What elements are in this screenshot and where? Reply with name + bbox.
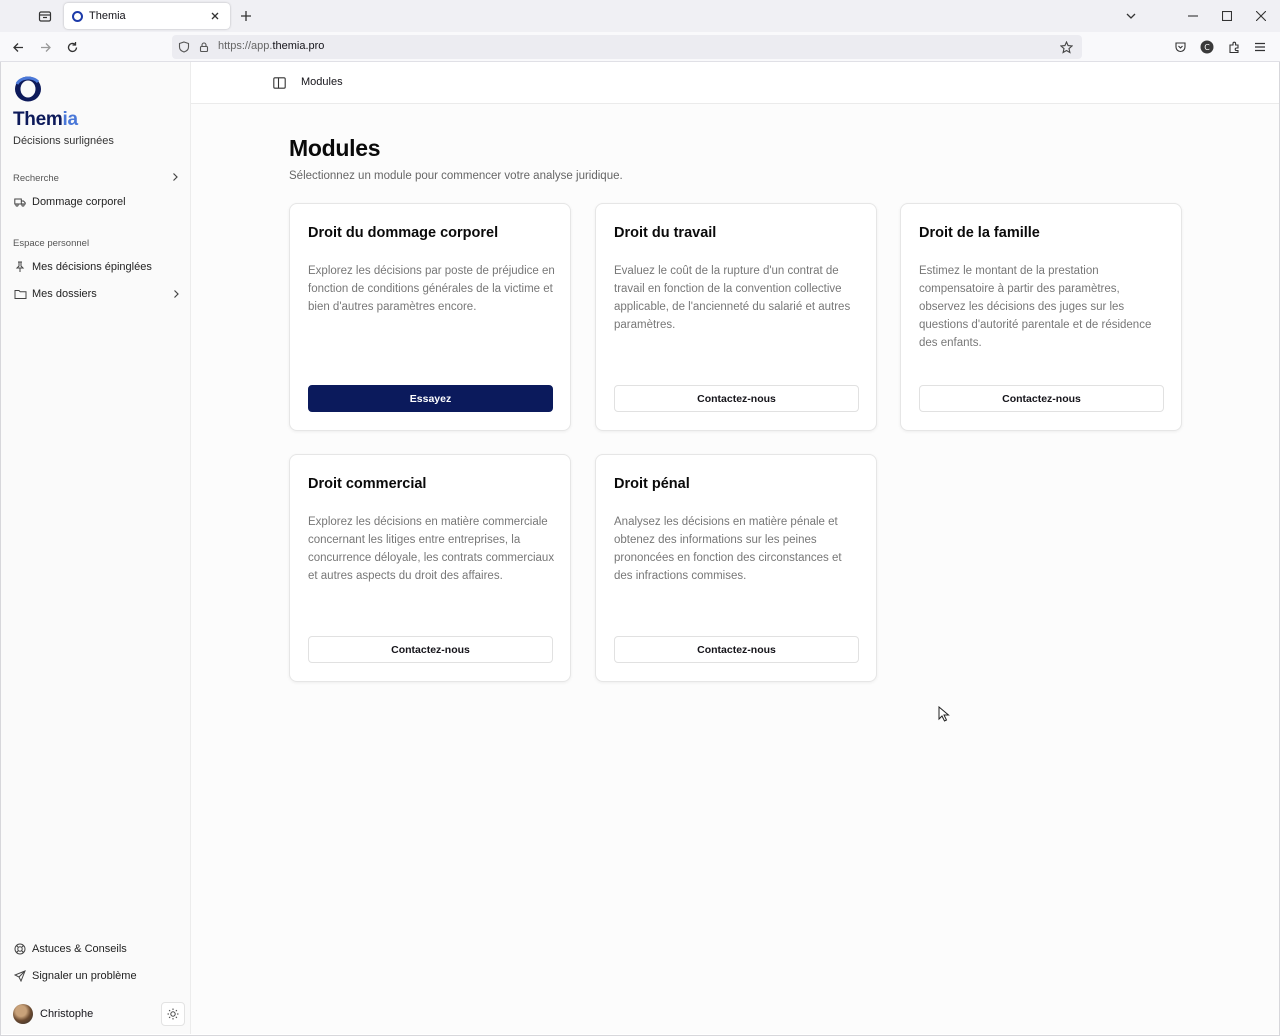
sidebar-item-mes-dossiers[interactable]: Mes dossiers <box>13 284 181 304</box>
app-menu-hamburger-icon[interactable] <box>1251 38 1269 56</box>
list-all-tabs-icon[interactable] <box>1121 6 1141 26</box>
browser-navbar: https://app.themia.pro C <box>0 32 1280 62</box>
sun-icon <box>167 1008 179 1020</box>
themia-logo-icon[interactable] <box>13 75 43 103</box>
sidebar-item-label: Mes dossiers <box>32 288 97 300</box>
lock-icon[interactable] <box>196 39 212 55</box>
module-card-penal: Droit pénal Analysez les décisions en ma… <box>595 454 877 682</box>
module-card-description: Evaluez le coût de la rupture d'un contr… <box>614 265 851 331</box>
url-domain: themia.pro <box>272 40 325 52</box>
page-subtitle: Sélectionnez un module pour commencer vo… <box>289 170 623 182</box>
avatar[interactable] <box>13 1004 33 1024</box>
theme-toggle-button[interactable] <box>161 1002 185 1026</box>
essayez-button[interactable]: Essayez <box>308 385 553 412</box>
reload-icon[interactable] <box>63 38 81 56</box>
brand-name-main: Them <box>13 109 63 130</box>
mouse-cursor-icon <box>938 706 950 722</box>
brand-name-accent: ia <box>62 109 78 130</box>
module-card-description: Estimez le montant de la prestation comp… <box>919 265 1152 349</box>
user-name: Christophe <box>40 1008 94 1020</box>
chevron-right-icon[interactable] <box>170 172 180 182</box>
module-card-description: Analysez les décisions en matière pénale… <box>614 516 842 582</box>
app-window: Themia Décisions surlignées Recherche Do… <box>0 62 1280 1036</box>
contact-button[interactable]: Contactez-nous <box>308 636 553 663</box>
tab-title: Themia <box>89 10 126 22</box>
module-card-description: Explorez les décisions par poste de préj… <box>308 265 555 313</box>
sidebar-item-mes-decisions-epinglees[interactable]: Mes décisions épinglées <box>13 257 181 277</box>
extensions-puzzle-icon[interactable] <box>1225 38 1243 56</box>
minimize-window-icon[interactable] <box>1183 6 1203 26</box>
user-profile[interactable]: Christophe <box>13 1002 185 1026</box>
module-card-title: Droit pénal <box>614 476 690 492</box>
truck-icon <box>13 195 27 209</box>
close-tab-icon[interactable] <box>208 9 222 23</box>
close-window-icon[interactable] <box>1251 6 1271 26</box>
module-card-famille: Droit de la famille Estimez le montant d… <box>900 203 1182 431</box>
pin-icon <box>13 260 27 274</box>
sidebar-item-label: Astuces & Conseils <box>32 943 127 955</box>
module-card-title: Droit du travail <box>614 225 717 241</box>
module-card-title: Droit de la famille <box>919 225 1040 241</box>
send-icon <box>13 969 27 983</box>
url-prefix: https://app. <box>218 40 273 52</box>
chevron-right-icon <box>171 289 181 299</box>
forward-arrow-icon[interactable] <box>36 38 54 56</box>
module-card-commercial: Droit commercial Explorez les décisions … <box>289 454 571 682</box>
group-label-recherche: Recherche <box>13 173 59 184</box>
sidebar-item-dommage-corporel[interactable]: Dommage corporel <box>13 192 181 212</box>
bookmark-star-icon[interactable] <box>1058 39 1074 55</box>
svg-text:C: C <box>1204 43 1210 52</box>
module-card-title: Droit commercial <box>308 476 427 492</box>
main-content: Modules Modules Sélectionnez un module p… <box>191 62 1279 1034</box>
group-label-espace-personnel: Espace personnel <box>13 238 90 249</box>
sidebar-item-label: Signaler un problème <box>32 970 137 982</box>
tracking-protection-shield-icon[interactable] <box>176 39 192 55</box>
browser-tabbar: Themia <box>0 0 1280 32</box>
breadcrumb: Modules <box>301 76 343 88</box>
tab-overview-icon[interactable] <box>36 7 54 25</box>
page-title: Modules <box>289 135 381 161</box>
sidebar-item-label: Dommage corporel <box>32 196 126 208</box>
maximize-window-icon[interactable] <box>1217 6 1237 26</box>
address-bar[interactable]: https://app.themia.pro <box>172 35 1082 59</box>
contact-button[interactable]: Contactez-nous <box>919 385 1164 412</box>
brand-name[interactable]: Themia <box>13 109 78 131</box>
module-card-dommage-corporel: Droit du dommage corporel Explorez les d… <box>289 203 571 431</box>
module-card-travail: Droit du travail Evaluez le coût de la r… <box>595 203 877 431</box>
pocket-icon[interactable] <box>1171 38 1189 56</box>
new-tab-button[interactable] <box>237 7 255 25</box>
topbar: Modules <box>191 62 1279 104</box>
contact-button[interactable]: Contactez-nous <box>614 385 859 412</box>
sidebar-item-astuces-conseils[interactable]: Astuces & Conseils <box>13 939 181 959</box>
brand-tagline: Décisions surlignées <box>13 135 114 147</box>
sidebar-item-label: Mes décisions épinglées <box>32 261 152 273</box>
sidebar: Themia Décisions surlignées Recherche Do… <box>1 62 191 1034</box>
sidebar-toggle-icon[interactable] <box>271 75 287 91</box>
themia-favicon-icon <box>72 10 83 22</box>
contact-button[interactable]: Contactez-nous <box>614 636 859 663</box>
sidebar-item-signaler-probleme[interactable]: Signaler un problème <box>13 966 181 986</box>
lifebuoy-icon <box>13 942 27 956</box>
account-avatar-icon[interactable]: C <box>1198 38 1216 56</box>
module-card-title: Droit du dommage corporel <box>308 225 499 241</box>
module-card-description: Explorez les décisions en matière commer… <box>308 516 555 582</box>
url-text[interactable]: https://app.themia.pro <box>218 40 324 52</box>
browser-tab-themia[interactable]: Themia <box>64 3 230 29</box>
back-arrow-icon[interactable] <box>9 38 27 56</box>
folder-icon <box>13 287 27 301</box>
